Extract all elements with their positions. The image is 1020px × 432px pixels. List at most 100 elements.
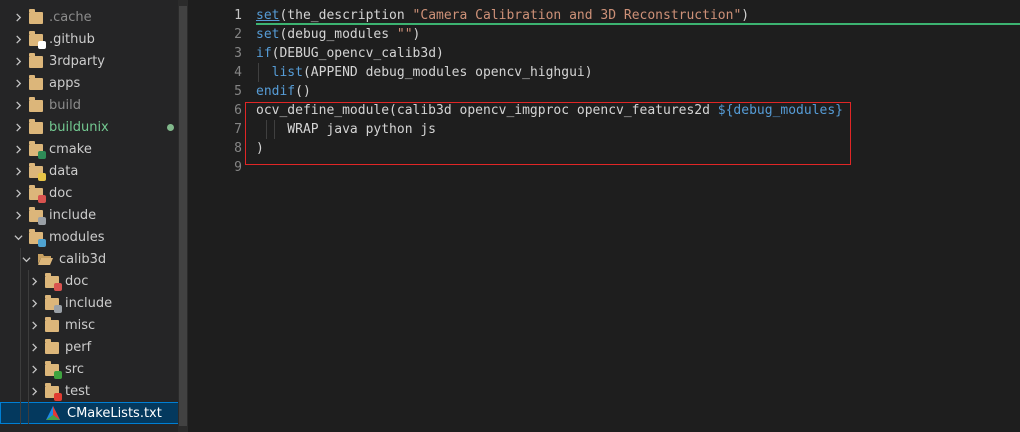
open-folder-icon	[37, 251, 53, 267]
tree-folder-include[interactable]: include	[0, 204, 178, 226]
chevron-right-icon[interactable]	[12, 116, 24, 138]
chevron-spacer[interactable]	[28, 402, 40, 424]
tree-folder-build[interactable]: build	[0, 94, 178, 116]
annotation-highlight-box	[245, 102, 851, 165]
line-number: 3	[234, 46, 242, 61]
line-number: 5	[234, 84, 242, 99]
code-editor[interactable]: 123456789 set(the_description "Camera Ca…	[188, 0, 1020, 432]
code-token: list	[271, 65, 303, 80]
chevron-right-icon[interactable]	[28, 270, 40, 292]
tree-folder-calib3d[interactable]: calib3d	[0, 248, 178, 270]
tree-item-label: .cache	[49, 9, 92, 25]
tree-folder-doc[interactable]: doc	[0, 182, 178, 204]
chevron-right-icon[interactable]	[12, 138, 24, 160]
tree-folder-calib3d-include[interactable]: include	[0, 292, 178, 314]
tree-item-label: buildunix	[49, 119, 109, 135]
chevron-down-icon[interactable]	[20, 248, 32, 270]
folder-icon	[29, 53, 43, 68]
tree-folder-perf[interactable]: perf	[0, 336, 178, 358]
tree-item-label: include	[49, 207, 97, 223]
chevron-right-icon[interactable]	[12, 6, 24, 28]
code-line[interactable]: list(APPEND debug_modules opencv_highgui…	[256, 63, 593, 82]
tree-indent-guide	[28, 270, 29, 424]
code-token: )	[741, 8, 750, 23]
tree-folder-github[interactable]: .github	[0, 28, 178, 50]
tree-item-label: misc	[65, 317, 96, 333]
code-token: set	[256, 8, 280, 23]
code-token: ""	[396, 27, 413, 42]
test-folder-icon	[45, 383, 62, 401]
modified-dot-icon	[167, 124, 174, 131]
chevron-right-icon[interactable]	[28, 292, 40, 314]
tree-folder-apps[interactable]: apps	[0, 72, 178, 94]
code-token: (the_description	[279, 8, 413, 23]
doc-folder-icon	[45, 273, 62, 291]
editor-indent-guide	[266, 120, 267, 139]
tree-folder-modules[interactable]: modules	[0, 226, 178, 248]
chevron-down-icon[interactable]	[12, 226, 24, 248]
chevron-right-icon[interactable]	[12, 160, 24, 182]
line-number: 7	[234, 122, 242, 137]
tree-folder-misc[interactable]: misc	[0, 314, 178, 336]
folder-icon	[29, 97, 43, 112]
chevron-right-icon[interactable]	[28, 314, 40, 336]
github-folder-icon	[29, 31, 46, 49]
tree-indent-guide	[20, 248, 21, 424]
tree-folder-cache[interactable]: .cache	[0, 6, 178, 28]
tree-item-label: modules	[49, 229, 105, 245]
tree-item-label: data	[49, 163, 79, 179]
code-token: set	[256, 27, 280, 42]
doc-folder-icon	[29, 185, 46, 203]
code-line[interactable]: endif()	[256, 82, 311, 101]
include-folder-icon	[45, 295, 62, 313]
tree-item-label: 3rdparty	[49, 53, 105, 69]
chevron-right-icon[interactable]	[12, 94, 24, 116]
chevron-right-icon[interactable]	[28, 380, 40, 402]
line-number: 9	[234, 160, 242, 175]
code-token: (debug_modules	[279, 27, 397, 42]
folder-icon	[45, 339, 59, 354]
code-line[interactable]: if(DEBUG_opencv_calib3d)	[256, 44, 444, 63]
line-number: 8	[234, 141, 242, 156]
explorer-sidebar: .cache .github 3rdparty apps build buildunix c…	[0, 0, 178, 432]
cmake-folder-icon	[29, 141, 46, 159]
tree-folder-data[interactable]: data	[0, 160, 178, 182]
folder-icon	[29, 119, 43, 134]
tree-folder-buildunix[interactable]: buildunix	[0, 116, 178, 138]
code-token: if	[256, 46, 272, 61]
sidebar-scrollbar-thumb[interactable]	[179, 6, 187, 426]
tree-folder-test[interactable]: test	[0, 380, 178, 402]
chevron-right-icon[interactable]	[12, 28, 24, 50]
line-number: 1	[234, 8, 242, 23]
code-token: (DEBUG_opencv_calib3d)	[271, 46, 444, 61]
code-token: "Camera Calibration and 3D Reconstructio…	[412, 8, 742, 23]
code-token: (APPEND debug_modules opencv_highgui)	[302, 65, 593, 80]
tree-file-cmakelists[interactable]: CMakeLists.txt	[0, 402, 178, 424]
tree-item-label: build	[49, 97, 81, 113]
editor-indent-guide	[258, 63, 259, 82]
tree-folder-calib3d-doc[interactable]: doc	[0, 270, 178, 292]
tree-item-label: perf	[65, 339, 92, 355]
tree-folder-3rdparty[interactable]: 3rdparty	[0, 50, 178, 72]
modules-folder-icon	[29, 229, 46, 247]
tree-item-label: apps	[49, 75, 81, 91]
code-line[interactable]: set(the_description "Camera Calibration …	[256, 6, 749, 25]
data-folder-icon	[29, 163, 46, 181]
include-folder-icon	[29, 207, 46, 225]
code-token: )	[412, 27, 421, 42]
editor-indent-guide	[274, 120, 275, 139]
tree-folder-src[interactable]: src	[0, 358, 178, 380]
chevron-right-icon[interactable]	[28, 336, 40, 358]
tree-folder-cmake[interactable]: cmake	[0, 138, 178, 160]
chevron-right-icon[interactable]	[28, 358, 40, 380]
sidebar-scrollbar[interactable]	[178, 0, 188, 432]
tree-item-label: doc	[49, 185, 73, 201]
tree-item-label: cmake	[49, 141, 92, 157]
line-number: 6	[234, 103, 242, 118]
chevron-right-icon[interactable]	[12, 50, 24, 72]
folder-icon	[29, 9, 43, 24]
chevron-right-icon[interactable]	[12, 182, 24, 204]
chevron-right-icon[interactable]	[12, 72, 24, 94]
code-line[interactable]: set(debug_modules "")	[256, 25, 420, 44]
chevron-right-icon[interactable]	[12, 204, 24, 226]
